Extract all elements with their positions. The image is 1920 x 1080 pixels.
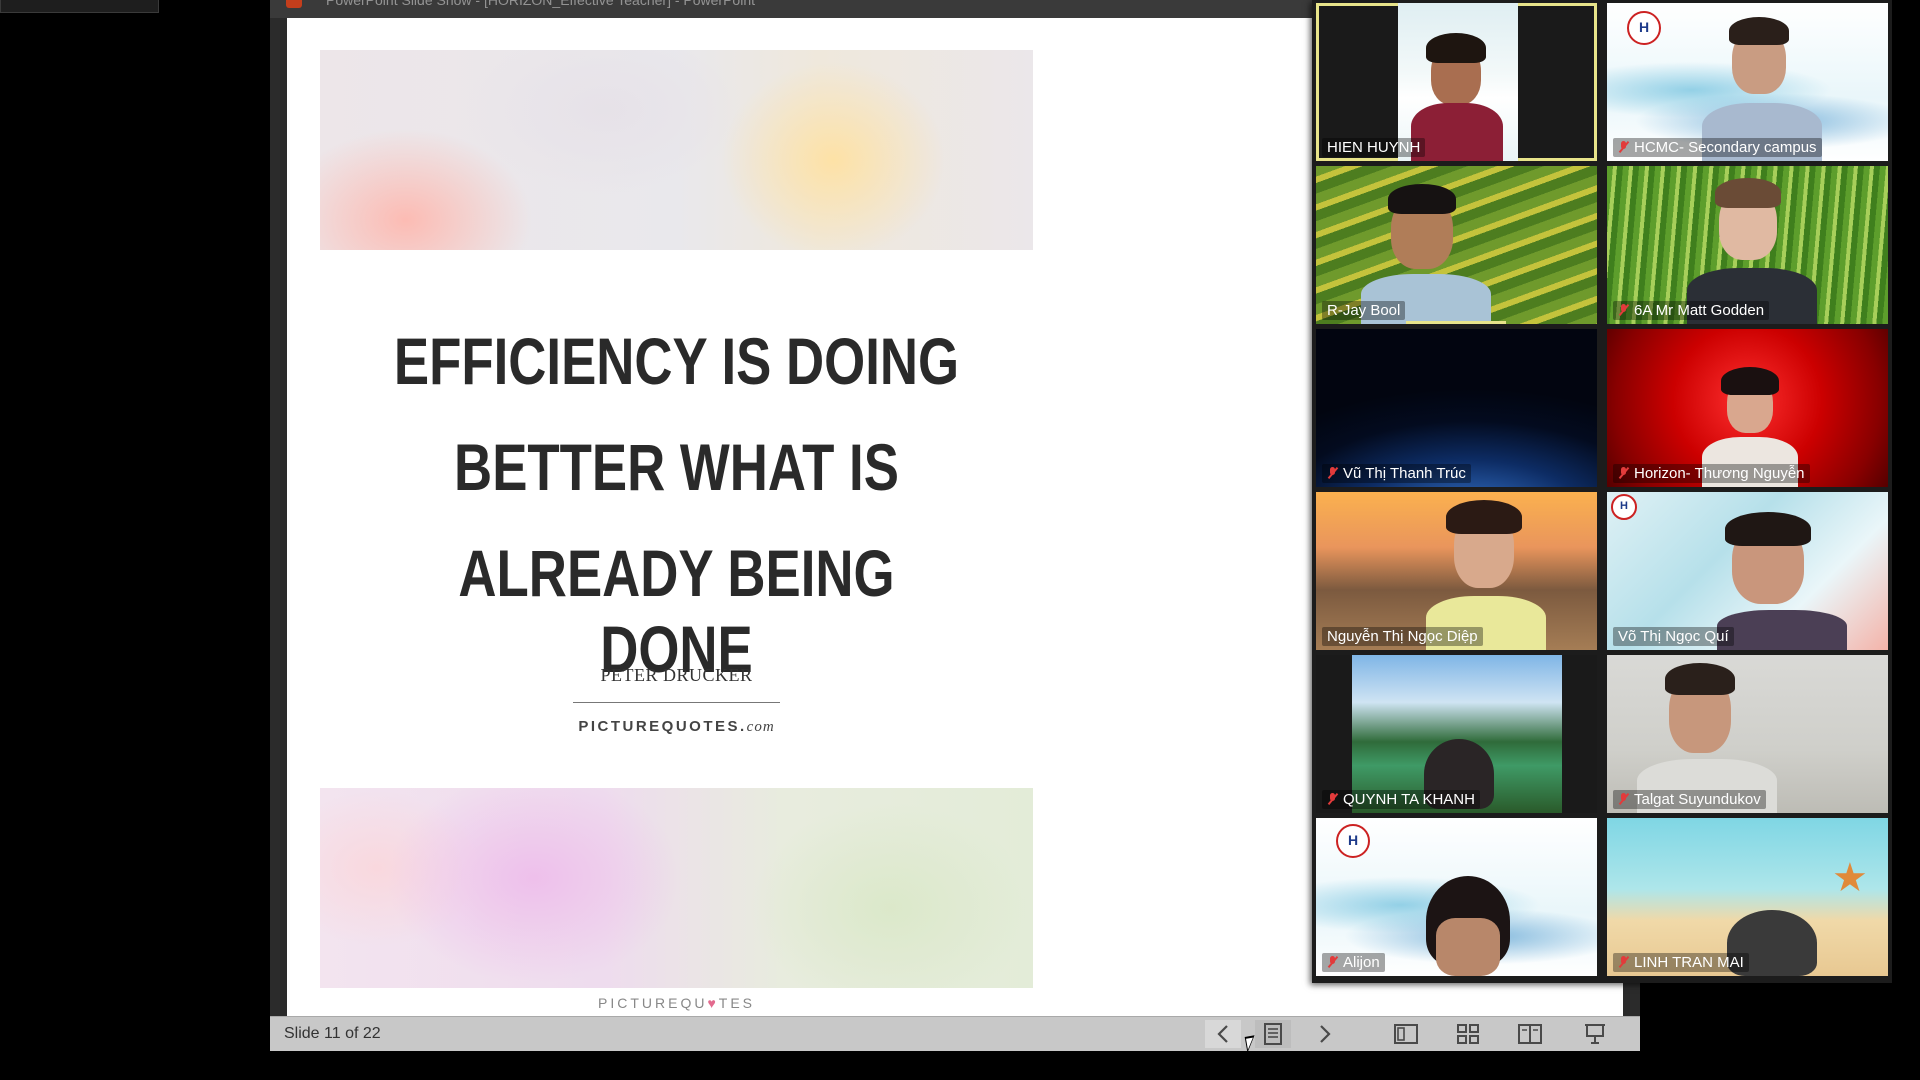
speaking-indicator	[1406, 321, 1506, 324]
slideshow-button[interactable]	[1577, 1020, 1613, 1048]
participant-tile-hien-huynh[interactable]: HIEN HUYNH	[1316, 3, 1597, 161]
slide-blurred-banner-bottom	[320, 788, 1033, 988]
participant-tile-vu-thi-thanh-truc[interactable]: Vũ Thị Thanh Trúc	[1316, 329, 1597, 487]
horizon-logo-icon: H	[1336, 824, 1370, 858]
heart-icon: ♥	[707, 995, 719, 1011]
participant-name: Võ Thị Ngọc Quí	[1613, 627, 1734, 646]
participant-name: LINH TRAN MAI	[1613, 953, 1749, 972]
footer-brand: PICTUREQU♥TES	[320, 995, 1033, 1011]
participant-video-body	[1717, 610, 1847, 650]
slide-blurred-banner-top	[320, 50, 1033, 250]
slideshow-icon	[1585, 1024, 1605, 1044]
participant-name: Vũ Thị Thanh Trúc	[1322, 464, 1471, 483]
muted-mic-icon	[1618, 956, 1629, 968]
muted-mic-icon	[1618, 793, 1629, 805]
next-slide-button[interactable]	[1307, 1020, 1343, 1048]
participant-name: 6A Mr Matt Godden	[1613, 301, 1770, 320]
quote-brand: PICTUREQUOTES.com	[320, 718, 1033, 736]
participant-tile-r-jay-bool[interactable]: R-Jay Bool	[1316, 166, 1597, 324]
slide-sorter-icon	[1457, 1024, 1479, 1044]
participant-name: Alijon	[1322, 953, 1385, 972]
muted-mic-icon	[1327, 467, 1338, 479]
participant-name: Talgat Suyundukov	[1613, 790, 1766, 809]
window-title: PowerPoint Slide Show - [HORIZON_Effecti…	[326, 0, 755, 8]
brand-main: PICTUREQUOTES.	[578, 718, 747, 735]
brand-suffix: com	[746, 719, 775, 735]
participant-hair	[1729, 17, 1789, 45]
participant-hair	[1388, 184, 1456, 214]
horizon-logo-icon: H	[1627, 11, 1661, 45]
participant-hair	[1426, 33, 1486, 63]
participant-tile-quynh-ta-khanh[interactable]: QUYNH TA KHANH	[1316, 655, 1597, 813]
participant-gallery: HIEN HUYNH H HCMC- Secondary campus R-Ja…	[1312, 0, 1892, 983]
quote-line-1: EFFICIENCY IS DOING	[393, 324, 960, 398]
participant-tile-nguyen-thi-ngoc-diep[interactable]: Nguyễn Thị Ngọc Diệp	[1316, 492, 1597, 650]
slide-counter: Slide 11 of 22	[284, 1025, 381, 1042]
powerpoint-logo-icon	[286, 0, 302, 8]
footer-brand-part-a: PICTUREQU	[598, 995, 708, 1011]
participant-name: R-Jay Bool	[1322, 301, 1406, 320]
participant-name: QUYNH TA KHANH	[1322, 790, 1480, 809]
participant-tile-talgat-suyundukov[interactable]: Talgat Suyundukov	[1607, 655, 1888, 813]
participant-name: Horizon- Thương Nguyễn	[1613, 464, 1810, 483]
muted-mic-icon	[1618, 467, 1629, 479]
participant-video-face	[1436, 918, 1500, 976]
muted-mic-icon	[1618, 141, 1629, 153]
chevron-right-icon	[1320, 1025, 1331, 1043]
participant-tile-matt-godden[interactable]: 6A Mr Matt Godden	[1607, 166, 1888, 324]
muted-mic-icon	[1618, 304, 1629, 316]
normal-view-button[interactable]	[1388, 1020, 1424, 1048]
chevron-left-icon	[1217, 1025, 1228, 1043]
participant-name: HIEN HUYNH	[1322, 138, 1426, 157]
participant-hair	[1715, 178, 1781, 208]
participant-tile-alijon[interactable]: H Alijon	[1316, 818, 1597, 976]
participant-tile-hcmc-secondary-campus[interactable]: H HCMC- Secondary campus	[1607, 3, 1888, 161]
participant-hair	[1446, 500, 1522, 534]
reading-view-button[interactable]	[1512, 1020, 1548, 1048]
horizon-logo-icon: H	[1611, 494, 1637, 520]
slideshow-status-bar: Slide 11 of 22	[270, 1016, 1640, 1051]
muted-mic-icon	[1327, 956, 1338, 968]
slide-menu-button[interactable]	[1255, 1020, 1291, 1048]
slide-sorter-button[interactable]	[1450, 1020, 1486, 1048]
window-tab-remnant	[0, 0, 159, 13]
participant-hair	[1665, 663, 1735, 695]
previous-slide-button[interactable]	[1205, 1020, 1241, 1048]
participant-hair	[1725, 512, 1811, 546]
footer-brand-part-b: TES	[718, 995, 755, 1011]
starfish-icon: ★	[1832, 856, 1868, 900]
quote-line-2: BETTER WHAT IS	[454, 430, 899, 504]
participant-hair	[1721, 367, 1779, 395]
notes-icon	[1264, 1023, 1282, 1045]
participant-tile-vo-thi-ngoc-qui[interactable]: H Võ Thị Ngọc Quí	[1607, 492, 1888, 650]
author-divider	[573, 702, 780, 703]
participant-name: Nguyễn Thị Ngọc Diệp	[1322, 627, 1483, 646]
participant-tile-thuong-nguyen[interactable]: Horizon- Thương Nguyễn	[1607, 329, 1888, 487]
participant-tile-linh-tran-mai[interactable]: ★ LINH TRAN MAI	[1607, 818, 1888, 976]
normal-view-icon	[1394, 1024, 1418, 1044]
reading-view-icon	[1518, 1024, 1542, 1044]
participant-name: HCMC- Secondary campus	[1613, 138, 1822, 157]
quote-author: PETER DRUCKER	[600, 665, 753, 685]
muted-mic-icon	[1327, 793, 1338, 805]
